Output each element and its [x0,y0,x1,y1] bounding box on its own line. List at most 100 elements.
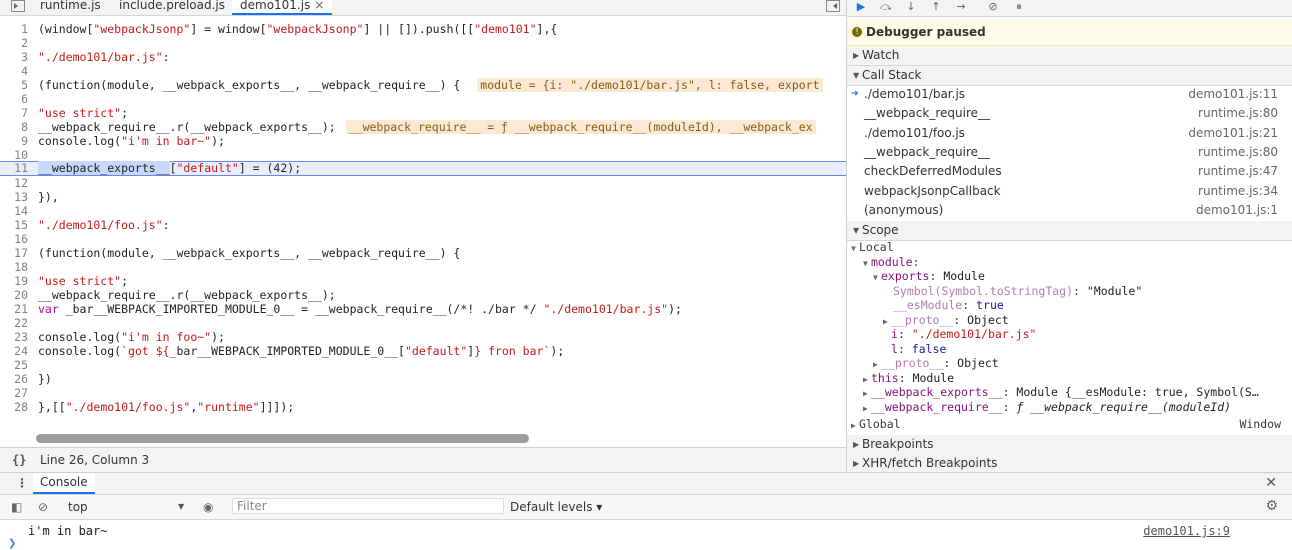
section-watch[interactable]: ▶ Watch [847,46,1292,66]
code-line[interactable]: 6 [0,92,846,106]
deactivate-breakpoints-icon[interactable]: ⊘ [985,0,1001,14]
line-number[interactable]: 17 [0,246,28,260]
code-line[interactable]: 20 __webpack_require__.r(__webpack_export… [0,288,846,302]
code-line[interactable]: 7 "use strict"; [0,106,846,120]
line-number[interactable]: 22 [0,316,28,330]
line-number[interactable]: 12 [0,176,28,190]
line-number[interactable]: 9 [0,134,28,148]
clear-console-icon[interactable]: ⊘ [38,500,48,514]
line-number[interactable]: 14 [0,204,28,218]
section-call-stack[interactable]: ▼ Call Stack [847,66,1292,86]
filter-input[interactable] [232,498,504,514]
code-line[interactable]: 22 [0,316,846,330]
step-icon[interactable]: → [953,0,969,14]
code-line[interactable]: 24 console.log(`got ${_bar__WEBPACK_IMPOR… [0,344,846,358]
toggle-navigator-icon[interactable] [11,0,25,12]
horizontal-scrollbar[interactable] [36,434,529,443]
line-number[interactable]: 5 [0,78,28,92]
line-number[interactable]: 6 [0,92,28,106]
scope-this[interactable]: ▶ this: Module [863,371,954,386]
call-frame[interactable]: __webpack_require__ runtime.js:80 [847,143,1292,162]
line-number[interactable]: 21 [0,302,28,316]
call-frame[interactable]: (anonymous) demo101.js:1 [847,201,1292,220]
scope-webpack-require[interactable]: ▶ __webpack_require__: ƒ __webpack_requir… [863,400,1231,415]
line-number[interactable]: 2 [0,36,28,50]
tab-demo101-js[interactable]: demo101.js × [232,0,333,15]
code-line[interactable]: 21 var _bar__WEBPACK_IMPORTED_MODULE_0__ … [0,302,846,316]
call-frame[interactable]: ➜ ./demo101/bar.js demo101.js:11 [847,85,1292,104]
line-number[interactable]: 28 [0,400,28,414]
code-line[interactable]: 16 [0,232,846,246]
resume-icon[interactable]: ▶ [853,0,869,14]
code-line[interactable]: 28},[["./demo101/foo.js","runtime"]]]); [0,400,846,414]
code-line[interactable]: 9 console.log("i'm in bar~"); [0,134,846,148]
code-line[interactable]: 15 "./demo101/foo.js": [0,218,846,232]
code-line[interactable]: 23 console.log("i'm in foo~"); [0,330,846,344]
step-out-icon[interactable]: ↑ [928,0,944,14]
tab-runtime-js[interactable]: runtime.js [40,0,101,15]
code-line[interactable]: 10 [0,148,846,162]
code-line[interactable]: 19 "use strict"; [0,274,846,288]
line-number[interactable]: 27 [0,386,28,400]
line-number[interactable]: 7 [0,106,28,120]
log-levels-dropdown[interactable]: Default levels ▾ [510,500,602,514]
line-number[interactable]: 18 [0,260,28,274]
step-over-icon[interactable]: ⤼ [878,0,894,14]
line-number[interactable]: 19 [0,274,28,288]
close-tab-icon[interactable]: × [314,0,324,12]
code-line[interactable]: 13}), [0,190,846,204]
code-line[interactable]: 8 __webpack_require__.r(__webpack_exports… [0,120,846,134]
code-line[interactable]: 18 [0,260,846,274]
tab-console[interactable]: Console [33,473,95,494]
code-line[interactable]: 3 "./demo101/bar.js": [0,50,846,64]
toggle-debugger-icon[interactable] [826,0,840,12]
chevron-down-icon[interactable]: ▼ [178,502,184,511]
close-drawer-icon[interactable]: ✕ [1265,475,1277,491]
scope-local[interactable]: ▼ Local [851,240,894,255]
scope-webpack-exports[interactable]: ▶ __webpack_exports__: Module {__esModule… [863,385,1259,400]
scope-exports[interactable]: ▼ exports: Module [873,269,985,284]
line-number[interactable]: 3 [0,50,28,64]
call-frame[interactable]: __webpack_require__ runtime.js:80 [847,104,1292,123]
line-number[interactable]: 24 [0,344,28,358]
line-number[interactable]: 20 [0,288,28,302]
code-line[interactable]: 4 [0,64,846,78]
scope-module[interactable]: ▼ module: [863,255,919,270]
live-expression-icon[interactable]: ◉ [203,500,213,514]
code-line[interactable]: 17 (function(module, __webpack_exports__,… [0,246,846,260]
context-selector[interactable]: top [68,500,88,514]
step-into-icon[interactable]: ↓ [903,0,919,14]
line-number[interactable]: 13 [0,190,28,204]
code-line[interactable]: 27 [0,386,846,400]
code-line[interactable]: 11 __webpack_exports__["default"] = (42); [0,161,846,176]
scope-proto[interactable]: ▶ __proto__: Object [883,313,1009,328]
call-frame[interactable]: checkDeferredModules runtime.js:47 [847,162,1292,181]
code-line[interactable]: 1 (window["webpackJsonp"] = window["webpa… [0,22,846,36]
section-scope[interactable]: ▼ Scope [847,221,1292,241]
code-line[interactable]: 5 (function(module, __webpack_exports__, … [0,78,846,92]
console-message-source-link[interactable]: demo101.js:9 [1143,524,1230,538]
line-number[interactable]: 23 [0,330,28,344]
code-line[interactable]: 14 [0,204,846,218]
line-number[interactable]: 15 [0,218,28,232]
scope-global[interactable]: ▶ Global [851,417,901,432]
section-xhr-breakpoints[interactable]: ▶ XHR/fetch Breakpoints [847,454,1292,474]
code-line[interactable]: 12 [0,176,846,190]
code-line[interactable]: 25 [0,358,846,372]
console-sidebar-icon[interactable]: ◧ [11,500,22,514]
console-prompt-icon[interactable]: ❯ [8,538,16,549]
line-number[interactable]: 10 [0,148,28,162]
line-number[interactable]: 25 [0,358,28,372]
line-number[interactable]: 26 [0,372,28,386]
tab-include-preload-js[interactable]: include.preload.js [119,0,225,15]
line-number[interactable]: 1 [0,22,28,36]
line-number[interactable]: 4 [0,64,28,78]
scope-proto-2[interactable]: ▶ __proto__: Object [873,356,999,371]
pause-on-exceptions-icon[interactable]: ⏸ [1011,0,1027,14]
code-line[interactable]: 26}) [0,372,846,386]
call-frame[interactable]: ./demo101/foo.js demo101.js:21 [847,124,1292,143]
code-line[interactable]: 2 [0,36,846,50]
section-breakpoints[interactable]: ▶ Breakpoints [847,435,1292,455]
call-frame[interactable]: webpackJsonpCallback runtime.js:34 [847,182,1292,201]
line-number[interactable]: 16 [0,232,28,246]
